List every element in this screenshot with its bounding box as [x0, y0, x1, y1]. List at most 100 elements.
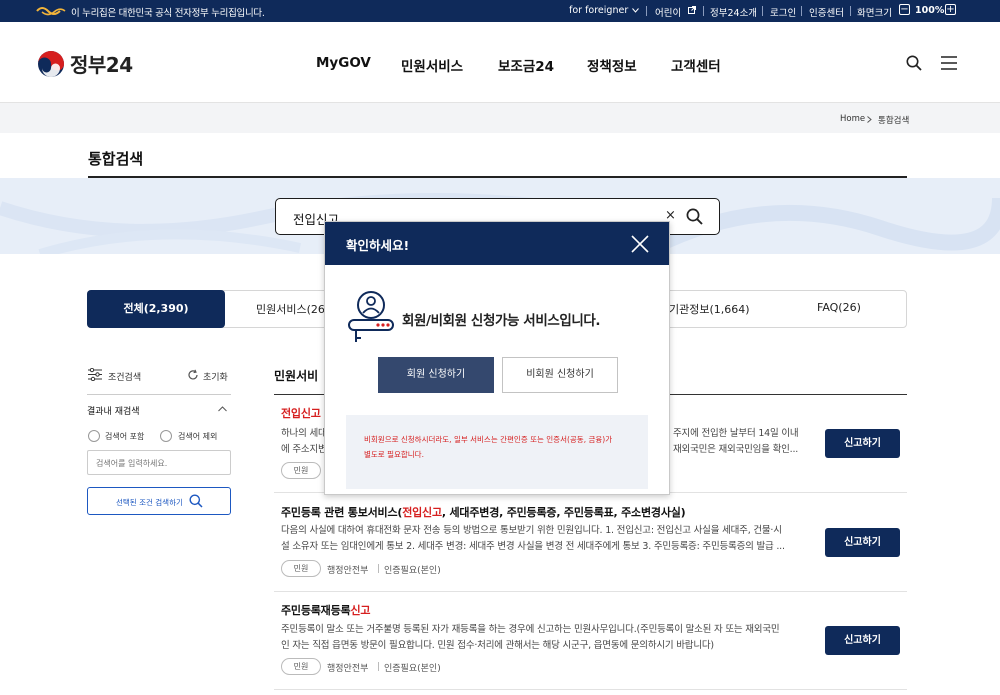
nav-mygov[interactable]: MyGOV — [316, 55, 371, 71]
member-apply-button[interactable]: 회원 신청하기 — [378, 357, 494, 393]
apply-button-1[interactable]: 신고하기 — [825, 429, 900, 458]
results-heading: 민원서비 — [274, 369, 319, 383]
search-icon[interactable] — [189, 494, 203, 508]
refine-section-title: 결과내 재검색 — [87, 407, 140, 417]
divider — [274, 689, 907, 690]
result-title-2[interactable]: 주민등록 관련 통보서비스(전입신고, 세대주변경, 주민등록증, 주민등록표,… — [281, 504, 686, 520]
zoom-out-button[interactable]: − — [899, 4, 910, 15]
tab-all[interactable]: 전체(2,390) — [87, 290, 225, 328]
refine-search-field[interactable] — [87, 450, 231, 475]
title-highlight[interactable]: 전입신고 — [402, 506, 442, 519]
result-title-1[interactable]: 전입신고 — [281, 405, 321, 421]
category-badge: 민원 — [281, 462, 321, 479]
nav-support[interactable]: 고객센터 — [671, 55, 721, 75]
divider — [646, 6, 647, 16]
notice-line: 별도로 필요합니다. — [364, 450, 424, 459]
title-highlight[interactable]: 전입신고 — [281, 407, 321, 420]
top-utility-bar: 이 누리집은 대한민국 공식 전자정부 누리집입니다. for foreigne… — [0, 0, 1000, 22]
result-desc-1a: 하나의 세대 — [281, 428, 327, 439]
confirm-modal: 확인하세요! 회원/비회원 신청가능 서비스입니다. 회원 신청하기 비회원 신… — [324, 221, 670, 495]
result-desc-1d: 재외국민은 재외국민임을 확인... — [673, 444, 799, 455]
reset-button[interactable]: 초기화 — [203, 370, 228, 383]
search-selected-button[interactable]: 선택된 조건 검색하기 — [87, 487, 231, 515]
divider — [850, 6, 851, 16]
government-emblem-icon[interactable] — [37, 50, 65, 78]
menu-icon[interactable] — [941, 56, 957, 70]
title-highlight[interactable]: 신고 — [350, 604, 370, 617]
search-selected-label[interactable]: 선택된 조건 검색하기 — [116, 497, 183, 508]
result-desc-3: 주민등록이 말소 또는 거주불명 등록된 자가 재등록을 하는 경우에 신고하는… — [281, 622, 807, 654]
divider — [378, 564, 379, 573]
tab-faq[interactable]: FAQ(26) — [817, 301, 861, 314]
apply-button-3[interactable]: 신고하기 — [825, 626, 900, 655]
breadcrumb: Home 통합검색 — [0, 103, 1000, 133]
tab-agency-info[interactable]: 기관정보(1,664) — [669, 301, 750, 317]
login-link[interactable]: 로그인 — [770, 5, 796, 19]
result-desc-1b: 주지에 전입한 날부터 14일 이내 — [673, 428, 799, 439]
breadcrumb-current: 통합검색 — [878, 116, 910, 126]
kids-link[interactable]: 어린이 — [655, 5, 681, 19]
divider — [762, 6, 763, 16]
chevron-up-icon[interactable] — [218, 406, 227, 412]
desc-line: 설 소유자 또는 임대인에게 통보 2. 세대주 변경: 세대주 변경 사실을 … — [281, 541, 785, 552]
modal-notice: 비회원으로 신청하시더라도, 일부 서비스는 간편인증 또는 인증서(공동, 금… — [364, 432, 639, 462]
category-badge: 민원 — [281, 560, 321, 577]
result-desc-1c: 에 주소지변 — [281, 444, 327, 455]
exclude-label[interactable]: 검색어 제외 — [178, 431, 217, 442]
divider — [87, 394, 231, 395]
apply-button-2[interactable]: 신고하기 — [825, 528, 900, 557]
divider — [274, 591, 907, 592]
modal-message: 회원/비회원 신청가능 서비스입니다. — [402, 313, 601, 329]
refine-search-input[interactable] — [88, 452, 230, 475]
desc-line: 인 자는 직접 읍면동 방문이 필요합니다. 민원 접수·처리에 관해서는 해당… — [281, 640, 714, 651]
official-site-notice: 이 누리집은 대한민국 공식 전자정부 누리집입니다. — [71, 8, 265, 19]
auth-label: 인증필요(본인) — [384, 566, 441, 576]
agency-label: 행정안전부 — [327, 566, 369, 576]
chevron-down-icon[interactable] — [632, 8, 639, 13]
nav-subsidy[interactable]: 보조금24 — [498, 55, 554, 75]
notice-line: 비회원으로 신청하시더라도, 일부 서비스는 간편인증 또는 인증서(공동, 금… — [364, 435, 613, 444]
modal-header: 확인하세요! — [325, 222, 669, 265]
search-icon[interactable] — [906, 55, 922, 71]
breadcrumb-home[interactable]: Home — [840, 114, 865, 124]
font-size-label: 화면크기 — [857, 8, 892, 19]
filter-label: 조건검색 — [108, 373, 142, 383]
result-title-3[interactable]: 주민등록재등록신고 — [281, 602, 370, 618]
title-text[interactable]: 주민등록 관련 통보서비스( — [281, 506, 402, 519]
zoom-level: 100% — [915, 5, 945, 16]
exclude-radio[interactable] — [160, 430, 172, 442]
egov-logo-icon — [36, 7, 66, 16]
modal-title: 확인하세요! — [346, 238, 410, 253]
member-keycard-icon — [348, 291, 394, 342]
include-radio[interactable] — [88, 430, 100, 442]
title-text[interactable]: 주민등록재등록 — [281, 604, 351, 617]
for-foreigner-link[interactable]: for foreigner — [569, 5, 628, 16]
auth-label: 인증필요(본인) — [384, 664, 441, 674]
result-desc-2: 다음의 사실에 대하여 휴대전화 문자 전송 등의 방법으로 통보받기 위한 민… — [281, 523, 807, 555]
include-label[interactable]: 검색어 포함 — [105, 431, 144, 442]
close-icon[interactable] — [631, 235, 649, 253]
chevron-right-icon — [867, 116, 872, 123]
guest-apply-button[interactable]: 비회원 신청하기 — [502, 357, 618, 393]
tab-civil-service[interactable]: 민원서비스(26 — [256, 301, 325, 317]
desc-line: 주민등록이 말소 또는 거주불명 등록된 자가 재등록을 하는 경우에 신고하는… — [281, 624, 780, 635]
filter-sliders-icon — [88, 368, 102, 381]
about-link[interactable]: 정부24소개 — [710, 5, 757, 19]
desc-line: 다음의 사실에 대하여 휴대전화 문자 전송 등의 방법으로 통보받기 위한 민… — [281, 525, 782, 536]
external-link-icon — [688, 6, 696, 14]
search-submit-icon[interactable] — [686, 208, 703, 225]
nav-policy[interactable]: 정책정보 — [587, 55, 637, 75]
nav-civil-service[interactable]: 민원서비스 — [401, 55, 463, 75]
modal-notice-box: 비회원으로 신청하시더라도, 일부 서비스는 간편인증 또는 인증서(공동, 금… — [346, 415, 648, 489]
category-badge: 민원 — [281, 658, 321, 675]
agency-label: 행정안전부 — [327, 664, 369, 674]
brand-name[interactable]: 정부24 — [70, 49, 133, 78]
cert-center-link[interactable]: 인증센터 — [809, 5, 844, 19]
refresh-icon[interactable] — [187, 369, 199, 381]
title-text[interactable]: , 세대주변경, 주민등록증, 주민등록표, 주소변경사실) — [442, 506, 686, 519]
divider — [801, 6, 802, 16]
divider — [378, 662, 379, 671]
divider — [703, 6, 704, 16]
zoom-in-button[interactable]: + — [945, 4, 956, 15]
page-title: 통합검색 — [88, 150, 144, 168]
